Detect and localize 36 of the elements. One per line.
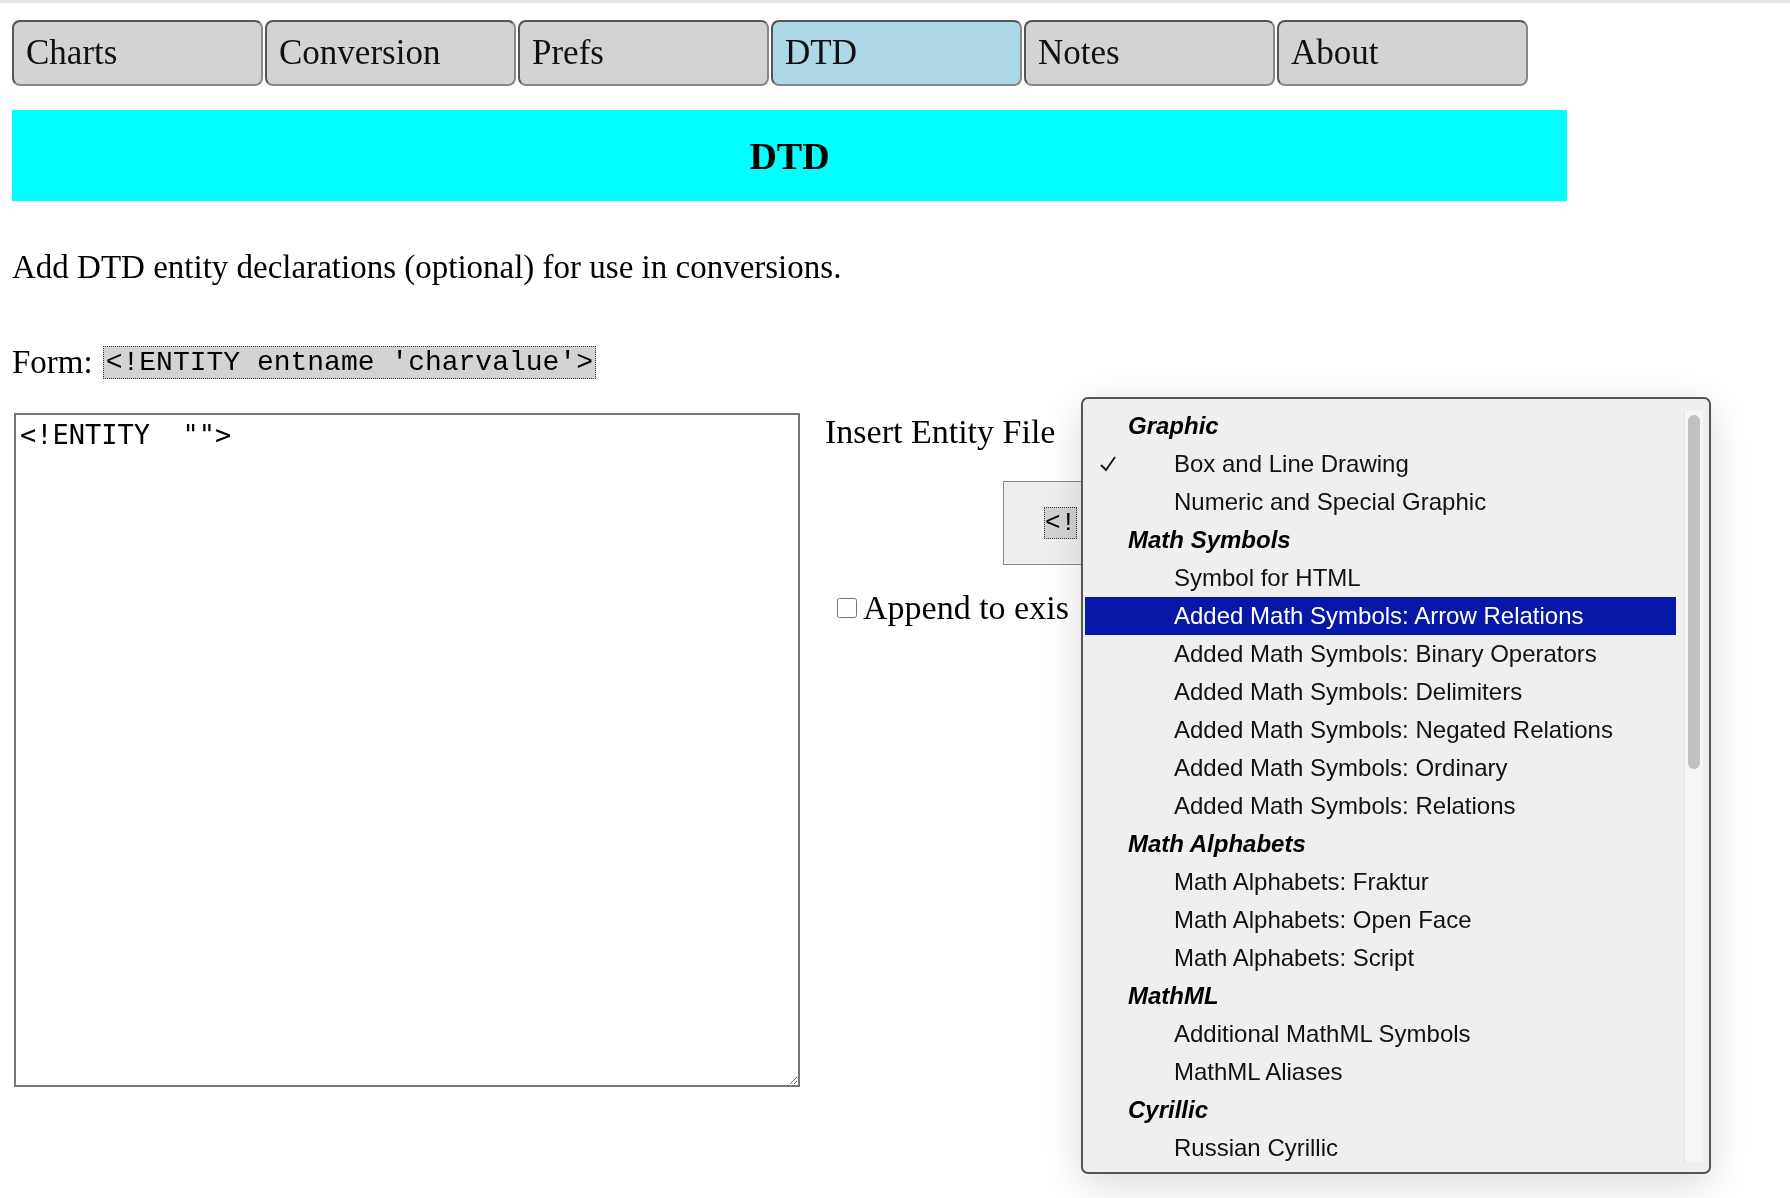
tab[interactable]: Conversion [265,20,516,86]
append-label: Append to exis [863,589,1069,627]
menu-item[interactable]: Added Math Symbols: Delimiters [1085,673,1676,711]
tab[interactable]: Charts [12,20,263,86]
intro-text: Add DTD entity declarations (optional) for use in conversions. [12,249,843,286]
menu-item[interactable]: Numeric and Special Graphic [1085,483,1676,521]
tab[interactable]: DTD [771,20,1022,86]
menu-item[interactable]: Math Alphabets: Fraktur [1085,863,1676,901]
insert-button[interactable]: <! [1003,481,1081,565]
page-title: DTD [749,133,830,178]
input-field[interactable]: <!ENTITY ""> [14,413,800,1087]
menu-item[interactable]: Math Alphabets: Open Face [1085,901,1676,939]
menu-item[interactable]: Added Math Symbols: Arrow Relations [1085,597,1676,635]
menu-item[interactable]: Added Math Symbols: Negated Relations [1085,711,1676,749]
group-heading: Math Alphabets [1127,829,1307,859]
group-heading: Math Symbols [1127,525,1292,555]
menu-item[interactable]: Math Alphabets: Script [1085,939,1676,977]
menu-item[interactable]: Added Math Symbols: Ordinary [1085,749,1676,787]
insert-label: Insert Entity File [825,413,1057,451]
menu-item[interactable]: Added Math Symbols: Relations [1085,787,1676,825]
tab[interactable]: About [1277,20,1528,86]
scrollbar[interactable] [1684,411,1703,1162]
menu-item[interactable]: Symbol for HTML [1085,559,1676,597]
group-heading: MathML [1127,981,1220,1011]
form-code: <!ENTITY entname 'charvalue'> [102,346,596,379]
menu-item[interactable]: Russian Cyrillic [1085,1129,1676,1167]
menu-item[interactable]: Added Math Symbols: Binary Operators [1085,635,1676,673]
menu-item[interactable]: Box and Line Drawing [1085,445,1676,483]
menu-item[interactable]: Additional MathML Symbols [1085,1015,1676,1053]
tab[interactable]: Notes [1024,20,1275,86]
menu-item[interactable]: MathML Aliases [1085,1053,1676,1091]
group-heading: Cyrillic [1127,1095,1210,1125]
checkbox[interactable] [837,598,857,618]
group-heading: Graphic [1127,411,1220,441]
tab[interactable]: Prefs [518,20,769,86]
form-label: Form: [12,344,93,381]
